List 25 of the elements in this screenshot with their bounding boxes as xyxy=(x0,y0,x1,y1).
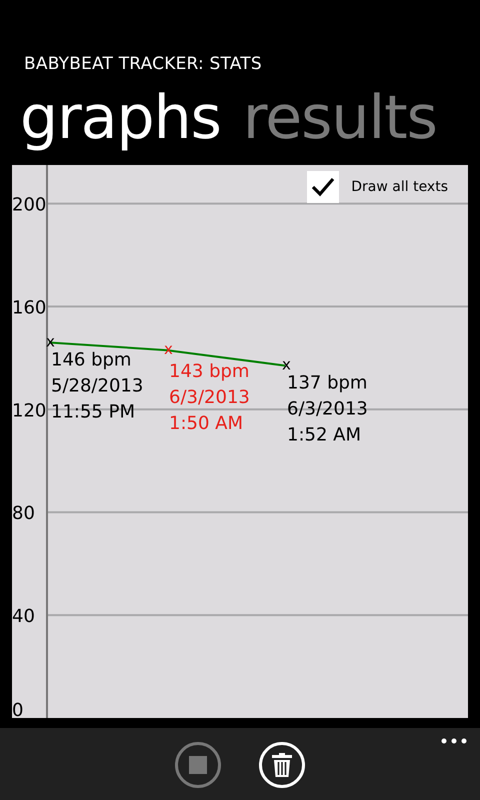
pivot-tab[interactable]: graphs xyxy=(20,83,221,153)
checkbox-label: Draw all texts xyxy=(351,178,448,196)
y-tick-label: 120 xyxy=(12,400,46,422)
y-tick-label: 200 xyxy=(12,194,46,216)
y-tick-label: 40 xyxy=(12,606,35,628)
point-label: 11:55 PM xyxy=(51,401,135,422)
delete-button[interactable] xyxy=(259,742,305,788)
more-icon[interactable] xyxy=(441,738,467,744)
pivot-tab[interactable]: results xyxy=(242,83,437,153)
point-label: 6/3/2013 xyxy=(287,398,368,420)
point-label: 137 bpm xyxy=(287,372,368,394)
y-tick-label: 80 xyxy=(12,503,35,524)
stop-icon xyxy=(189,756,207,774)
point-label: 143 bpm xyxy=(169,361,250,382)
app-title: BABYBEAT TRACKER: STATS xyxy=(23,53,263,76)
point-label: 1:50 AM xyxy=(169,413,243,434)
point-marker: x xyxy=(282,356,291,374)
point-label: 6/3/2013 xyxy=(169,387,250,408)
point-label: 1:52 AM xyxy=(287,424,361,446)
point-label: 146 bpm xyxy=(51,349,132,370)
checkbox[interactable] xyxy=(307,171,340,203)
point-label: 5/28/2013 xyxy=(51,375,144,396)
trash-icon xyxy=(271,752,293,778)
y-tick-label: 160 xyxy=(12,297,46,318)
y-tick-label: 0 xyxy=(12,700,24,718)
